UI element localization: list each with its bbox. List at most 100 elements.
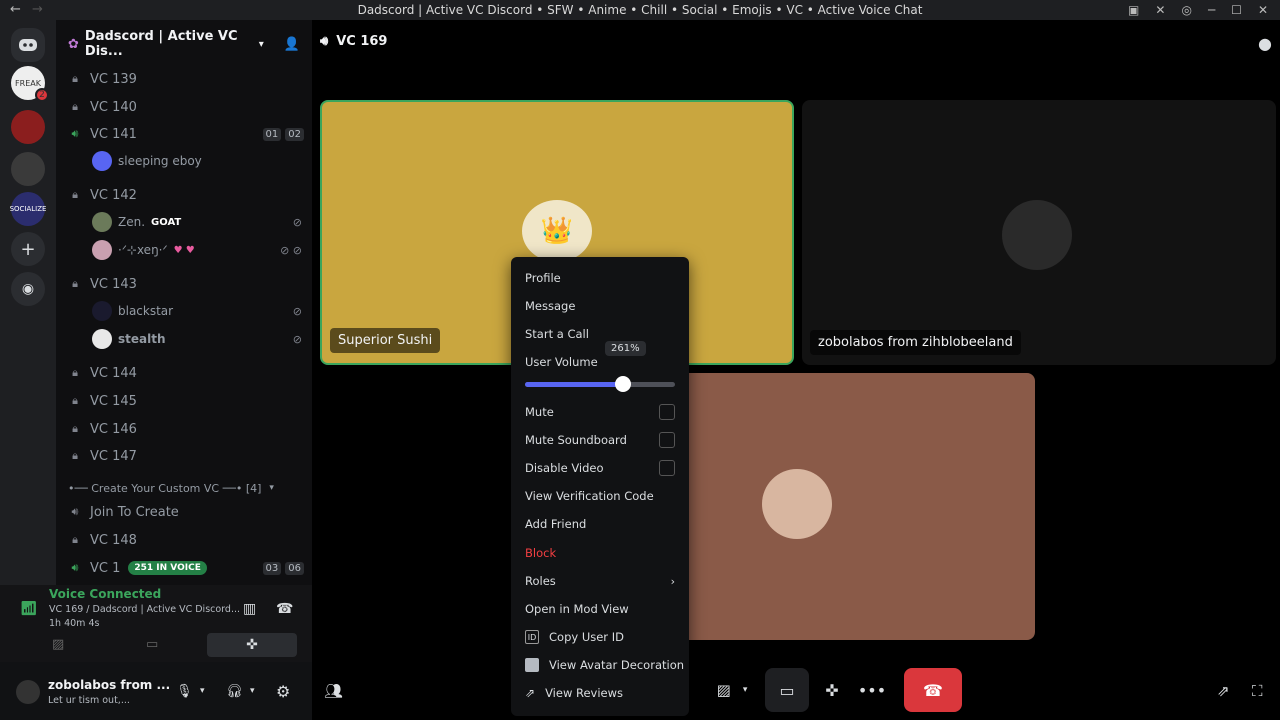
fullscreen-icon[interactable]: ⛶ [1252,682,1263,700]
activities-button[interactable]: ✜ [207,633,297,657]
channel-vc148[interactable]: 🔒︎ VC 148 [68,529,304,551]
channel-vc139[interactable]: 🔒︎ VC 139 [68,68,304,90]
mute-soundboard-checkbox[interactable] [659,432,675,448]
menu-item-user-volume: User Volume [525,355,598,369]
guild-header[interactable]: ✿ Dadscord | Active VC Dis... ▾ 👤 [56,20,312,68]
screen-share-icon[interactable]: ▭ [146,637,158,652]
server-icon-4[interactable]: SOCIALIZE [10,192,46,226]
chevron-down-icon[interactable]: ▾ [200,686,205,696]
channel-name: VC 143 [90,276,137,292]
close-button[interactable]: ✕ [1258,3,1268,17]
guild-name: Dadscord | Active VC Dis... [84,29,238,59]
popout-icon[interactable]: ⇗ [1217,682,1230,700]
menu-item-block[interactable]: Block [525,543,556,563]
invite-participants-icon[interactable]: 👥︎ [324,682,343,700]
back-arrow-icon[interactable]: ← [10,2,21,17]
voice-channel-path[interactable]: VC 169 / Dadscord | Active VC Discord... [49,604,239,615]
avatar[interactable] [16,680,40,704]
voice-user[interactable]: ·ᐟ⊹xeŋ·ᐟ ♥ ♥ ⊘ ⊘ [92,238,302,262]
chevron-down-icon[interactable]: ▾ [259,39,264,50]
channel-vc147[interactable]: 🔒︎ VC 147 [68,445,304,467]
invite-icon[interactable]: 👤 [284,37,300,52]
deafened-icon: ⊘ ⊘ [280,243,302,257]
gear-icon[interactable]: ⚙ [276,682,290,701]
channel-vc146[interactable]: 🔒︎ VC 146 [68,418,304,440]
menu-item-profile[interactable]: Profile [525,268,561,288]
channel-join-to-create[interactable]: 🔊︎ Join To Create [68,501,304,523]
voice-connected-panel: 📶︎ Voice Connected VC 169 / Dadscord | A… [0,585,312,662]
role-tag: GOAT [151,216,182,228]
volume-slider[interactable] [525,376,675,392]
voice-user[interactable]: Zen. GOAT ⊘ [92,210,302,234]
channel-vc140[interactable]: 🔒︎ VC 140 [68,96,304,118]
chevron-down-icon[interactable]: ▾ [250,686,255,696]
image-icon [525,658,539,672]
voice-status[interactable]: Voice Connected [49,587,161,601]
menu-item-view-reviews[interactable]: ⇗ View Reviews [525,683,623,703]
menu-item-roles[interactable]: Roles › [525,571,675,591]
in-voice-pill[interactable]: 251 IN VOICE [128,561,207,575]
server-icon-2[interactable] [11,110,45,144]
voice-user[interactable]: stealth ⊘ [92,327,302,351]
mute-checkbox[interactable] [659,404,675,420]
channel-vc142[interactable]: 🔒︎ VC 142 [68,184,304,206]
help-icon[interactable]: ◎ [1181,3,1191,17]
menu-item-view-verification[interactable]: View Verification Code [525,486,654,506]
category-custom-vc[interactable]: •── Create Your Custom VC ──• [4] ▾ [68,477,304,499]
menu-item-disable-video[interactable]: Disable Video [525,458,604,478]
channel-vc141[interactable]: 🔊︎ VC 141 01 02 [68,123,304,145]
lock-icon: 🔒︎ [72,188,78,201]
lock-icon: 🔒︎ [72,422,78,435]
participant-tile-zobolabos[interactable]: zobolabos from zihblobeeland [802,100,1276,365]
screen-share-button[interactable]: ▭ [765,668,809,712]
user-status: Let ur tism out,... [48,695,130,706]
menu-item-mute-soundboard[interactable]: Mute Soundboard [525,430,627,450]
menu-item-mod-view[interactable]: Open in Mod View [525,599,629,619]
disable-video-label: Disable Video [525,461,604,475]
discord-home-icon[interactable] [11,28,45,62]
channel-vc169[interactable]: 🔊︎ VC 1 251 IN VOICE 03 06 [68,557,304,579]
user-name[interactable]: zobolabos from ... [48,678,170,692]
server-icon-1[interactable]: FREAK 2 [11,66,49,102]
forward-arrow-icon[interactable]: → [32,2,43,17]
disconnect-icon[interactable]: ☎ [276,601,293,617]
tools-icon[interactable]: ✕ [1155,3,1165,17]
activities-button[interactable]: ✜ [810,668,854,712]
speaker-icon: 🔊︎ [320,34,329,49]
channel-vc144[interactable]: 🔒︎ VC 144 [68,362,304,384]
voice-user[interactable]: blackstar ⊘ [92,299,302,323]
camera-off-icon[interactable]: ▨ [52,637,64,652]
server-icon-3[interactable] [11,152,45,186]
avatar [762,469,832,539]
username: blackstar [118,304,174,318]
camera-toggle[interactable]: ▨ ▾ [702,668,762,712]
menu-item-message[interactable]: Message [525,296,575,316]
chat-bubble-icon[interactable]: ● [1258,34,1272,53]
channel-vc145[interactable]: 🔒︎ VC 145 [68,390,304,412]
discover-icon[interactable]: ◉ [11,272,45,306]
more-options-button[interactable]: ••• [852,668,892,712]
menu-item-mute[interactable]: Mute [525,402,554,422]
disable-video-checkbox[interactable] [659,460,675,476]
maximize-button[interactable]: ☐ [1231,3,1242,17]
disconnect-button[interactable]: ☎ [904,668,962,712]
noise-suppression-icon[interactable]: ▥ [243,601,256,617]
voice-user[interactable]: sleeping eboy [92,149,302,173]
signal-icon[interactable]: 📶︎ [20,601,38,617]
headphones-icon[interactable]: 🎧︎ [226,684,243,699]
microphone-icon[interactable]: 🎙︎ [176,684,193,699]
copy-id-label: Copy User ID [549,630,624,644]
menu-item-avatar-decoration[interactable]: View Avatar Decoration [525,655,684,675]
menu-item-start-call[interactable]: Start a Call [525,324,589,344]
add-server-icon[interactable]: + [11,232,45,266]
volume-slider-handle[interactable] [614,376,631,392]
user-context-menu: Profile Message Start a Call User Volume… [511,257,689,716]
menu-item-copy-id[interactable]: ID Copy User ID [525,627,624,647]
lock-icon: 🔒︎ [72,533,78,546]
user-limit: 02 [285,127,304,141]
menu-item-add-friend[interactable]: Add Friend [525,514,586,534]
minimize-button[interactable]: ─ [1208,3,1215,17]
channel-vc143[interactable]: 🔒︎ VC 143 [68,273,304,295]
inbox-icon[interactable]: ▣ [1128,3,1139,17]
mute-label: Mute [525,405,554,419]
